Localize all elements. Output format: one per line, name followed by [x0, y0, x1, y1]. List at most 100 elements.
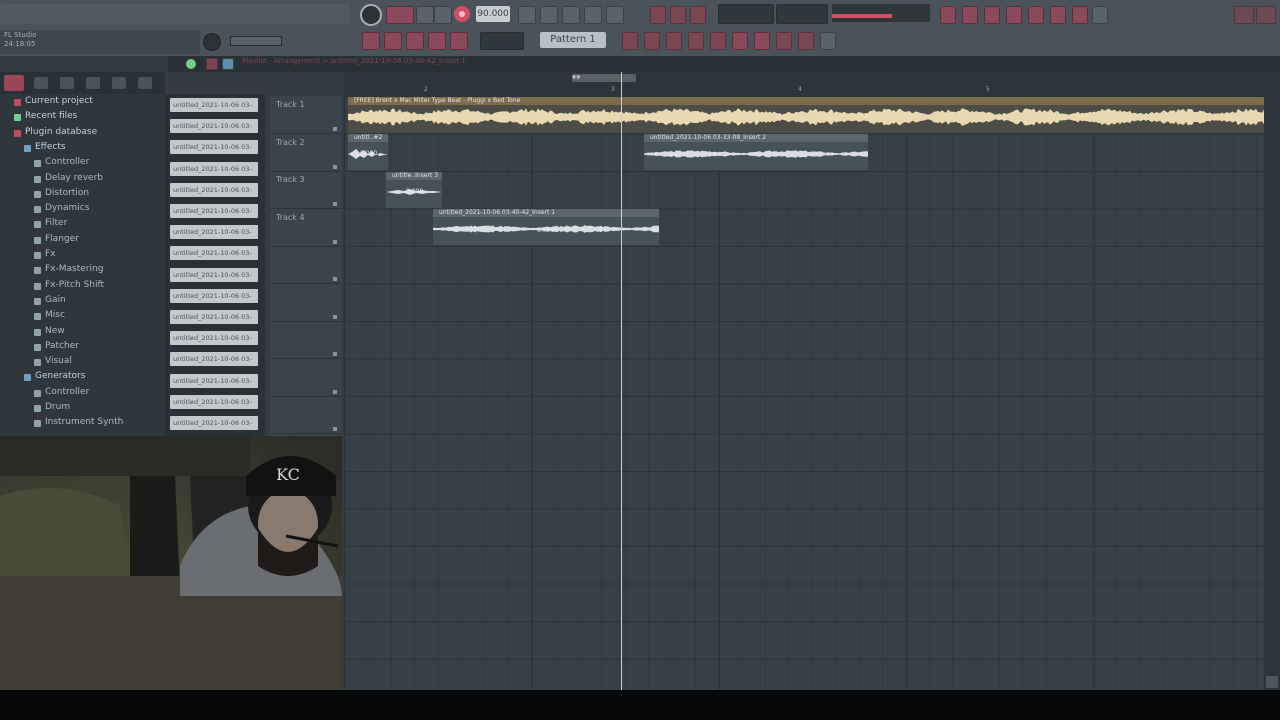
- track-label[interactable]: Track 3: [276, 175, 305, 184]
- browser-item[interactable]: Controller: [45, 387, 89, 397]
- browser-item[interactable]: Visual: [45, 356, 72, 366]
- toolbar-button-4[interactable]: [732, 32, 748, 50]
- pattern-song-toggle[interactable]: [434, 6, 452, 24]
- master-pitch-knob[interactable]: [203, 33, 221, 51]
- toolbar-button-6[interactable]: [776, 32, 792, 50]
- toolbar-button-5[interactable]: [754, 32, 770, 50]
- master-volume-slider[interactable]: [230, 36, 282, 46]
- countdown-button[interactable]: [562, 6, 580, 24]
- tempo-display[interactable]: 90.000: [476, 6, 510, 22]
- wait-input-button[interactable]: [540, 6, 558, 24]
- audio-clip-beat[interactable]: [FREE] Brent x Mac Miller Type Beat - Pl…: [348, 97, 1264, 133]
- audio-clip-vocal-insert-2[interactable]: untitled_2021-10-06 03-33-08_Insert 2: [644, 134, 868, 170]
- pattern-clone-button[interactable]: [644, 32, 660, 50]
- browser-button[interactable]: [1028, 6, 1044, 24]
- project-info-button[interactable]: [1072, 6, 1088, 24]
- track-mute-icon[interactable]: [333, 127, 337, 131]
- channel-rack-button[interactable]: [984, 6, 1000, 24]
- tool-draw-button[interactable]: [362, 32, 380, 50]
- toolbar-button-8[interactable]: [820, 32, 836, 50]
- channel-button[interactable]: untitled_2021-10-06 03-: [170, 98, 258, 112]
- track-label[interactable]: Track 1: [276, 100, 305, 109]
- track-mute-icon[interactable]: [333, 427, 337, 431]
- playhead[interactable]: [621, 72, 622, 690]
- tool-delete-button[interactable]: [406, 32, 424, 50]
- scroll-arrows-icon[interactable]: ↔: [572, 72, 580, 83]
- browser-item[interactable]: Patcher: [45, 341, 79, 351]
- browser-item[interactable]: Drum: [45, 402, 70, 412]
- play-button[interactable]: [386, 6, 414, 24]
- playlist-menu-icon[interactable]: [206, 58, 218, 70]
- browser-item[interactable]: Fx-Pitch Shift: [45, 280, 104, 290]
- master-volume-knob[interactable]: [360, 4, 382, 26]
- stop-button[interactable]: [416, 6, 434, 24]
- channel-button[interactable]: untitled_2021-10-06 03-: [170, 140, 258, 155]
- browser-item[interactable]: Fx-Mastering: [45, 264, 103, 274]
- snap-button[interactable]: [690, 6, 706, 24]
- help-button[interactable]: [1092, 6, 1108, 24]
- track-mute-icon[interactable]: [333, 277, 337, 281]
- loop-record-button[interactable]: [606, 6, 624, 24]
- mixer-button[interactable]: [1006, 6, 1022, 24]
- track-mute-icon[interactable]: [333, 239, 337, 244]
- menu-bar[interactable]: [0, 4, 350, 24]
- channel-button[interactable]: untitled_2021-10-06 03-: [170, 288, 258, 303]
- browser-options-icon[interactable]: [4, 75, 24, 91]
- browser-plugin-icon[interactable]: [86, 77, 100, 89]
- browser-item[interactable]: Plugin database: [25, 127, 97, 137]
- browser-item[interactable]: Gain: [45, 295, 66, 305]
- channel-button[interactable]: untitled_2021-10-06 03-: [170, 119, 258, 134]
- channel-button[interactable]: untitled_2021-10-06 03-: [170, 373, 258, 388]
- channel-button[interactable]: untitled_2021-10-06 03-: [170, 182, 258, 197]
- typing-keyboard-button[interactable]: [670, 6, 686, 24]
- tool-paint-button[interactable]: [384, 32, 402, 50]
- timeline-scrollbar[interactable]: [572, 74, 636, 82]
- channel-button[interactable]: untitled_2021-10-06 03-: [170, 331, 258, 346]
- toolbar-button-1[interactable]: [666, 32, 682, 50]
- channel-button[interactable]: untitled_2021-10-06 03-: [170, 225, 258, 240]
- browser-item[interactable]: Generators: [35, 371, 85, 381]
- blend-notes-button[interactable]: [584, 6, 602, 24]
- audio-clip-vocal-2[interactable]: untitl..#2 0.000: [348, 134, 388, 170]
- channel-button[interactable]: untitled_2021-10-06 03-: [170, 416, 258, 430]
- browser-item[interactable]: Misc: [45, 310, 65, 320]
- browser-item[interactable]: Fx: [45, 249, 56, 259]
- pointer-tool-icon[interactable]: [222, 58, 234, 70]
- channel-button[interactable]: untitled_2021-10-06 03-: [170, 246, 258, 261]
- snap-magnet-icon[interactable]: [186, 59, 196, 69]
- tool-mute-button[interactable]: [428, 32, 446, 50]
- browser-item[interactable]: Delay reverb: [45, 173, 103, 183]
- browser-tag-icon[interactable]: [138, 77, 152, 89]
- playlist-button[interactable]: [940, 6, 956, 24]
- track-mute-icon[interactable]: [333, 164, 337, 169]
- browser-item[interactable]: Flanger: [45, 234, 79, 244]
- window-minimize-button[interactable]: [1234, 6, 1254, 24]
- step-edit-button[interactable]: [650, 6, 666, 24]
- track-mute-icon[interactable]: [333, 202, 337, 206]
- browser-speaker-icon[interactable]: [60, 77, 74, 89]
- timeline-ruler[interactable]: [344, 72, 1264, 96]
- audio-clip-vocal-insert-3[interactable]: untitle..Insert 3 0.000: [386, 172, 442, 208]
- browser-item[interactable]: New: [45, 326, 65, 336]
- browser-item[interactable]: Controller: [45, 157, 89, 167]
- pattern-selector[interactable]: Pattern 1: [540, 32, 606, 48]
- channel-button[interactable]: untitled_2021-10-06 03-: [170, 267, 258, 282]
- piano-roll-button[interactable]: [962, 6, 978, 24]
- playlist-grid[interactable]: [344, 96, 1264, 690]
- browser-item[interactable]: Filter: [45, 218, 67, 228]
- browser-item[interactable]: Dynamics: [45, 203, 89, 213]
- track-mute-icon[interactable]: [333, 352, 337, 356]
- vertical-scrollbar[interactable]: [1264, 72, 1280, 690]
- toolbar-button-3[interactable]: [710, 32, 726, 50]
- window-close-button[interactable]: [1256, 6, 1276, 24]
- channel-button[interactable]: untitled_2021-10-06 03-: [170, 204, 258, 218]
- snap-selector[interactable]: [480, 32, 524, 50]
- browser-item[interactable]: Current project: [25, 96, 93, 106]
- channel-button[interactable]: untitled_2021-10-06 03-: [170, 352, 258, 367]
- channel-button[interactable]: untitled_2021-10-06 03-: [170, 310, 258, 324]
- track-mute-icon[interactable]: [333, 389, 337, 394]
- browser-item[interactable]: Distortion: [45, 188, 89, 198]
- audio-clip-vocal-insert-1[interactable]: untitled_2021-10-06 03-40-42_Insert 1 0.…: [433, 209, 659, 245]
- channel-button[interactable]: untitled_2021-10-06 03-: [170, 394, 258, 409]
- browser-item[interactable]: Recent files: [25, 111, 77, 121]
